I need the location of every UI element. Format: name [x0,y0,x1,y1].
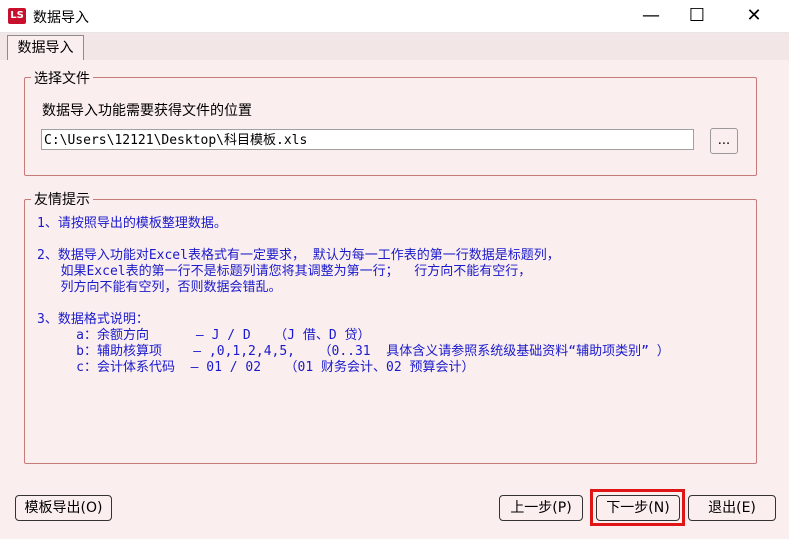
tip-spacer [37,232,670,248]
tip-line: a：余额方向 — J / D （J 借、D 贷） [37,328,371,343]
tips-legend: 友情提示 [31,189,93,209]
app-logo-icon: LS [8,8,26,24]
tips-text: 1、请按照导出的模板整理数据。 2、数据导入功能对Excel表格式有一定要求， … [37,216,670,376]
tip-line: b：辅助核算项 — ,0,1,2,4,5, （0..31 具体含义请参照系统级基… [37,344,670,359]
export-template-button[interactable]: 模板导出(O) [15,495,112,521]
title-bar: LS 数据导入 — ☐ ✕ [0,0,789,33]
minimize-button[interactable]: — [628,0,674,32]
tip-line: 如果Excel表的第一行不是标题列请您将其调整为第一行； 行方向不能有空行， [37,264,532,279]
tip-line: c：会计体系代码 — 01 / 02 （01 财务会计、02 预算会计） [37,360,475,375]
tab-strip [0,33,789,60]
close-button[interactable]: ✕ [731,0,777,32]
file-path-input[interactable]: C:\Users\12121\Desktop\科目模板.xls [41,129,694,150]
browse-button[interactable]: ... [710,128,738,154]
file-location-prompt: 数据导入功能需要获得文件的位置 [42,103,252,119]
maximize-button[interactable]: ☐ [674,0,720,32]
file-select-group [24,77,757,176]
tip-line: 列方向不能有空列，否则数据会错乱。 [37,280,282,295]
prev-step-button[interactable]: 上一步(P) [499,495,583,521]
tip-line: 1、请按照导出的模板整理数据。 [37,216,227,231]
next-button-highlight [590,489,685,526]
tip-line: 3、数据格式说明： [37,312,149,327]
exit-button[interactable]: 退出(E) [688,495,776,521]
window-title: 数据导入 [33,10,89,26]
tab-data-import[interactable]: 数据导入 [7,35,84,60]
tip-spacer [37,296,670,312]
tip-line: 2、数据导入功能对Excel表格式有一定要求， 默认为每一工作表的第一行数据是标… [37,248,560,263]
file-select-legend: 选择文件 [31,68,93,88]
